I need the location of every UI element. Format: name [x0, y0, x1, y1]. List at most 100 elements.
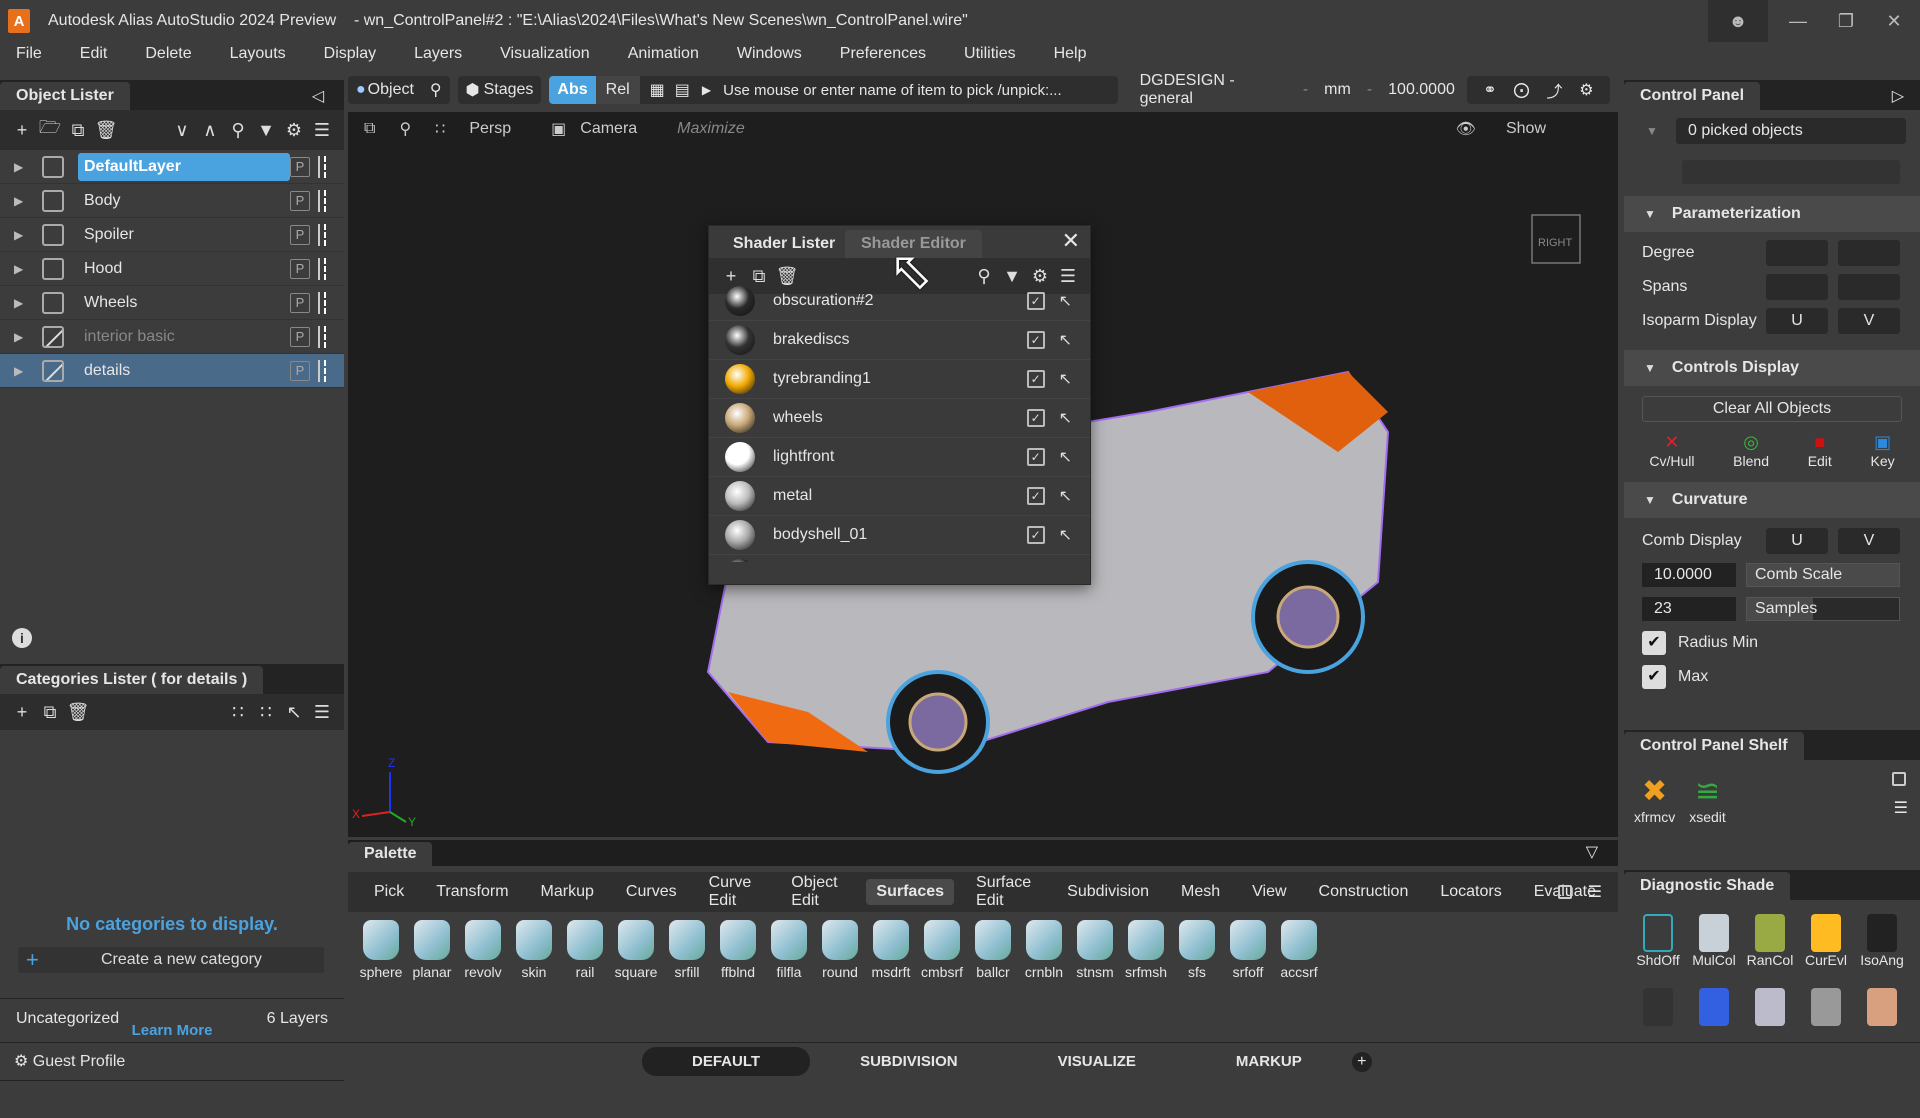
chevron-up-icon[interactable]: ∧: [196, 116, 224, 144]
degree-u-field[interactable]: [1766, 240, 1828, 266]
pick-toggle[interactable]: P: [290, 190, 310, 211]
diag-shade-extra[interactable]: [1742, 988, 1798, 1036]
add-icon[interactable]: +: [8, 698, 36, 726]
expand-icon[interactable]: ▶: [14, 194, 28, 208]
layer-row[interactable]: ▶ Wheels P: [0, 286, 344, 320]
grid-icon[interactable]: ▦: [650, 80, 665, 100]
shelf-tool-xfrmcv[interactable]: ✖ xfrmcv: [1634, 774, 1675, 856]
layer-row[interactable]: ▶ interior basic P: [0, 320, 344, 354]
pick-toggle[interactable]: P: [290, 360, 310, 381]
visibility-toggle[interactable]: [42, 325, 64, 348]
diag-shade-extra[interactable]: [1686, 988, 1742, 1036]
tool-msdrft[interactable]: msdrft: [866, 920, 916, 980]
layer-symmetry-icon[interactable]: [318, 155, 326, 178]
assign-shader-icon[interactable]: ↖: [1059, 447, 1072, 467]
duplicate-icon[interactable]: ⧉: [36, 698, 64, 726]
palette-tab-curves[interactable]: Curves: [616, 879, 687, 905]
clear-all-objects-button[interactable]: Clear All Objects: [1642, 396, 1902, 422]
menu-animation[interactable]: Animation: [628, 45, 699, 63]
menu-icon[interactable]: ☰: [1588, 882, 1602, 902]
visibility-toggle[interactable]: [42, 189, 64, 212]
degree-v-field[interactable]: [1838, 240, 1900, 266]
units-label[interactable]: mm: [1324, 81, 1351, 99]
close-icon[interactable]: ✕: [1062, 228, 1080, 254]
close-window-button[interactable]: ✕: [1864, 0, 1920, 42]
visibility-toggle[interactable]: [42, 223, 64, 246]
layer-symmetry-icon[interactable]: [318, 325, 326, 348]
assign-shader-icon[interactable]: ↖: [1059, 330, 1072, 350]
shader-item[interactable]: tyres✓↖: [709, 555, 1090, 562]
controls-display-header[interactable]: ▼ Controls Display: [1624, 350, 1920, 386]
palette-tab-surface-edit[interactable]: Surface Edit: [966, 870, 1045, 914]
expand-icon[interactable]: ▷: [1892, 86, 1904, 106]
diag-shade-mulcol[interactable]: MulCol: [1686, 914, 1742, 978]
layer-symmetry-icon[interactable]: [318, 291, 326, 314]
info-icon[interactable]: i: [12, 628, 32, 648]
expand-icon[interactable]: ▶: [14, 160, 28, 174]
picked-secondary-field[interactable]: [1682, 160, 1900, 184]
diag-shade-rancol[interactable]: RanCol: [1742, 914, 1798, 978]
edit-shader-icon[interactable]: ✓: [1026, 526, 1045, 544]
palette-tab-curve-edit[interactable]: Curve Edit: [699, 870, 770, 914]
gear-icon[interactable]: ⚙: [1579, 80, 1593, 100]
shelf-checkbox-icon[interactable]: [1892, 772, 1906, 786]
expand-icon[interactable]: ▶: [14, 296, 28, 310]
control-panel-tab[interactable]: Control Panel: [1624, 82, 1761, 110]
shader-item[interactable]: lightfront ✓ ↖: [709, 438, 1090, 477]
tool-round[interactable]: round: [815, 920, 865, 980]
expand-icon[interactable]: ▶: [14, 262, 28, 276]
menu-edit[interactable]: Edit: [80, 45, 108, 63]
add-folder-icon[interactable]: 🗁: [36, 116, 64, 144]
eye-icon[interactable]: 👁: [1456, 119, 1476, 139]
palette-tab-markup[interactable]: Markup: [531, 879, 604, 905]
snap-grid-icon[interactable]: ⨀: [1514, 80, 1530, 100]
assign-shader-icon[interactable]: ↖: [1059, 525, 1072, 545]
snap-point-icon[interactable]: ⚭: [1483, 80, 1496, 100]
expand-icon[interactable]: ▶: [14, 330, 28, 344]
delete-icon[interactable]: 🗑: [64, 698, 92, 726]
shader-item[interactable]: bodyshell_01 ✓ ↖: [709, 516, 1090, 555]
abs-toggle[interactable]: Abs: [549, 76, 596, 104]
palette-checkbox-icon[interactable]: [1558, 885, 1572, 899]
menu-help[interactable]: Help: [1054, 45, 1087, 63]
tool-skin[interactable]: skin: [509, 920, 559, 980]
collapse-icon[interactable]: ◁: [312, 86, 324, 106]
hide-all-icon[interactable]: ∷: [224, 698, 252, 726]
menu-display[interactable]: Display: [324, 45, 376, 63]
workspace-subdivision[interactable]: SUBDIVISION: [810, 1047, 1008, 1076]
menu-layouts[interactable]: Layouts: [230, 45, 286, 63]
construction-preset[interactable]: DGDESIGN - general: [1140, 72, 1287, 108]
max-checkbox[interactable]: ✔: [1642, 665, 1666, 689]
pick-toggle[interactable]: P: [290, 224, 310, 245]
spans-v-field[interactable]: [1838, 274, 1900, 300]
tool-cmbsrf[interactable]: cmbsrf: [917, 920, 967, 980]
menu-utilities[interactable]: Utilities: [964, 45, 1016, 63]
camera-icon[interactable]: ▣: [551, 119, 566, 139]
add-workspace-icon[interactable]: +: [1351, 1051, 1372, 1072]
pick-icon[interactable]: ↖: [280, 698, 308, 726]
isoparm-v-button[interactable]: V: [1838, 308, 1900, 334]
new-window-icon[interactable]: ⧉: [364, 120, 375, 138]
stages-button[interactable]: ⬢ Stages: [457, 76, 542, 104]
tab-shader-lister[interactable]: Shader Lister: [717, 230, 852, 258]
assign-shader-icon[interactable]: ↖: [1059, 486, 1072, 506]
palette-collapse-icon[interactable]: ▽: [1586, 842, 1598, 862]
visibility-toggle[interactable]: [42, 291, 64, 314]
view-persp[interactable]: Persp: [469, 120, 511, 138]
tool-srfill[interactable]: srfill: [662, 920, 712, 980]
menu-windows[interactable]: Windows: [737, 45, 802, 63]
diag-shade-shdoff[interactable]: ShdOff: [1630, 914, 1686, 978]
object-lister-tab[interactable]: Object Lister: [0, 82, 130, 110]
edit-shader-icon[interactable]: ✓: [1026, 292, 1045, 310]
pick-toggle[interactable]: P: [290, 258, 310, 279]
menu-visualization[interactable]: Visualization: [500, 45, 590, 63]
palette-tab-surfaces[interactable]: Surfaces: [866, 879, 955, 905]
diag-shade-curevl[interactable]: CurEvl: [1798, 914, 1854, 978]
spans-u-field[interactable]: [1766, 274, 1828, 300]
delete-icon[interactable]: 🗑: [92, 116, 120, 144]
layout-icon[interactable]: ∷: [435, 119, 445, 139]
diag-shade-extra[interactable]: [1798, 988, 1854, 1036]
add-icon[interactable]: +: [8, 116, 36, 144]
pick-toggle[interactable]: P: [290, 326, 310, 347]
palette-tab-subdivision[interactable]: Subdivision: [1057, 879, 1159, 905]
